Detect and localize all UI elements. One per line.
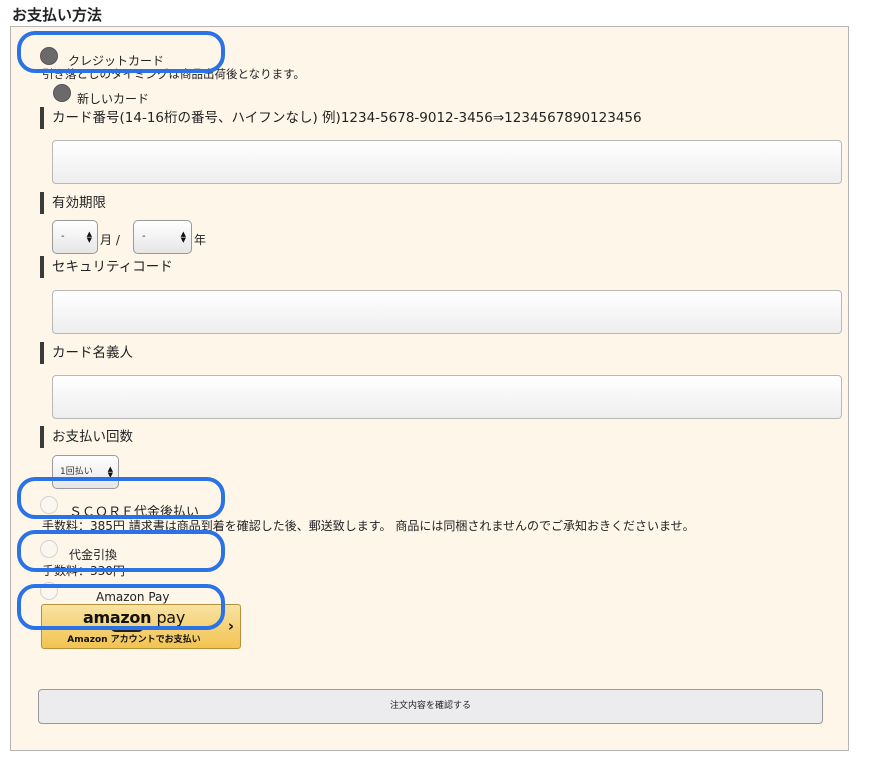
new-card-radio[interactable] xyxy=(53,84,71,102)
expiry-year-select[interactable]: - ▲ ▼ xyxy=(133,220,192,254)
select-arrows-icon: ▲ ▼ xyxy=(180,230,186,244)
security-code-label: セキュリティコード xyxy=(40,256,173,278)
payment-method-panel: クレジットカード 引き落としのタイミングは商品出荷後となります。 新しいカード … xyxy=(10,26,849,751)
card-holder-label: カード名義人 xyxy=(40,342,133,364)
chevron-right-icon: › xyxy=(227,617,234,635)
installments-value: 1回払い xyxy=(60,467,93,477)
expiry-label: 有効期限 xyxy=(40,192,106,214)
month-suffix: 月 / xyxy=(100,233,120,247)
expiry-year-value: - xyxy=(142,231,146,242)
cod-highlight xyxy=(17,530,225,572)
amazon-pay-button-subtext: Amazon アカウントでお支払い xyxy=(67,635,201,645)
payment-method-title: お支払い方法 xyxy=(12,6,103,24)
security-code-input[interactable] xyxy=(52,290,842,334)
year-suffix: 年 xyxy=(194,233,207,247)
credit-card-highlight xyxy=(17,31,225,73)
amazon-pay-highlight xyxy=(17,584,225,630)
select-arrows-icon: ▲ ▼ xyxy=(86,230,92,244)
card-number-label: カード番号(14-16桁の番号、ハイフンなし) 例)1234-5678-9012… xyxy=(40,107,642,129)
installments-label: お支払い回数 xyxy=(40,426,133,448)
card-holder-input[interactable] xyxy=(52,375,842,419)
expiry-month-select[interactable]: - ▲ ▼ xyxy=(52,220,98,254)
new-card-label: 新しいカード xyxy=(77,92,150,106)
card-number-input[interactable] xyxy=(52,140,842,184)
expiry-month-value: - xyxy=(61,231,65,242)
score-highlight xyxy=(17,477,225,519)
confirm-order-button[interactable]: 注文内容を確認する xyxy=(38,689,823,724)
